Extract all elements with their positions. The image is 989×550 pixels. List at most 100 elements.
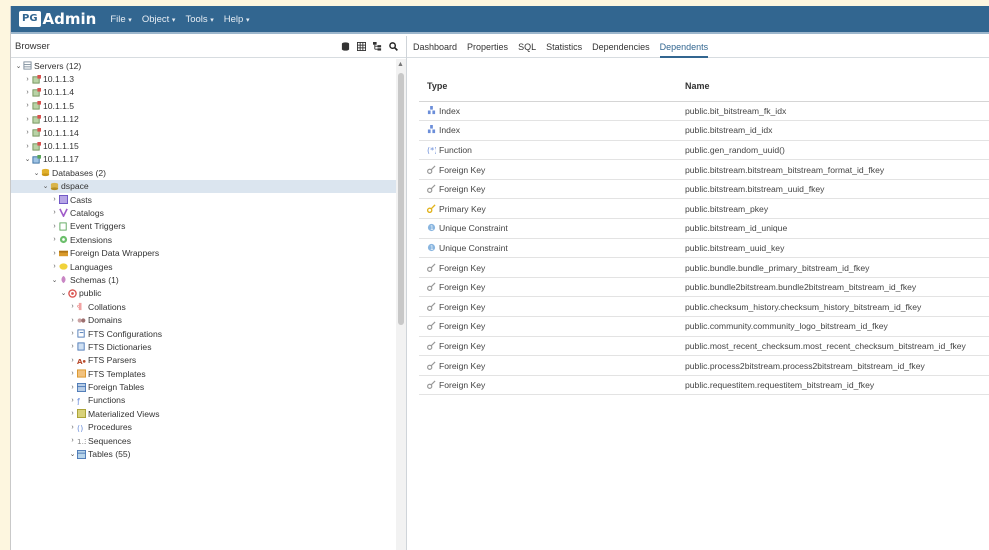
filter-rows-icon[interactable] [372, 42, 382, 52]
chevron-right-icon[interactable]: › [50, 250, 59, 257]
chevron-right-icon[interactable]: › [68, 343, 77, 350]
tree-node[interactable]: ⌄ 10.1.1.17 [11, 153, 396, 166]
view-data-icon[interactable] [356, 42, 366, 52]
tree-node[interactable]: › Foreign Data Wrappers [11, 246, 396, 259]
table-row[interactable]: 1 Unique Constraint public.bitstream_id_un… [419, 218, 989, 239]
tree-node[interactable]: › ᶜ Collations [11, 300, 396, 313]
chevron-down-icon[interactable]: ⌄ [32, 169, 41, 177]
tree-node[interactable]: › 10.1.1.4 [11, 86, 396, 99]
tree-node[interactable]: › FTS Templates [11, 367, 396, 380]
menu-tools[interactable]: Tools ▾ [185, 14, 213, 25]
schema-icon [68, 289, 77, 298]
scroll-up-icon[interactable]: ▲ [397, 61, 404, 68]
tree-node[interactable]: › Extensions [11, 233, 396, 246]
tree-node[interactable]: › Languages [11, 260, 396, 273]
table-row[interactable]: Foreign Key public.checksum_history.check… [419, 296, 989, 318]
chevron-down-icon[interactable]: ⌄ [23, 155, 32, 163]
table-row[interactable]: Foreign Key public.bitstream.bitstream_bi… [419, 159, 989, 180]
content-panel: Dashboard Properties SQL Statistics Dependen… [407, 36, 989, 550]
tree-node[interactable]: › FTS Configurations [11, 327, 396, 340]
tree-node[interactable]: ⌄ Servers (12) [11, 59, 396, 72]
table-row[interactable]: Foreign Key public.community.community_lo… [419, 316, 989, 337]
table-row[interactable]: (*)Functionpublic.gen_random_uuid() [419, 140, 989, 161]
tree-node[interactable]: ⌄ dspace [11, 179, 396, 193]
chevron-down-icon[interactable]: ⌄ [68, 450, 77, 458]
search-icon[interactable] [388, 42, 398, 52]
fts-parsers-icon: A [77, 356, 86, 366]
table-row[interactable]: Index public.bit_bitstream_fk_idx [419, 101, 989, 122]
chevron-right-icon[interactable]: › [68, 424, 77, 431]
table-row[interactable]: Primary Key public.bitstream_pkey [419, 198, 989, 220]
table-row[interactable]: Foreign Key public.bundle2bitstream.bundl… [419, 277, 989, 298]
chevron-right-icon[interactable]: › [50, 209, 59, 216]
tree-node[interactable]: ›1.3Sequences [11, 434, 396, 447]
table-row[interactable]: 1 Unique Constraint public.bitstream_uuid_… [419, 238, 989, 259]
tree-node[interactable]: ⌄ Databases (2) [11, 166, 396, 179]
table-row[interactable]: Foreign Key public.process2bitstream.proc… [419, 355, 989, 376]
tree-node[interactable]: › 10.1.1.5 [11, 99, 396, 112]
scrollbar-thumb[interactable] [398, 73, 404, 325]
chevron-right-icon[interactable]: › [50, 196, 59, 203]
chevron-right-icon[interactable]: › [68, 330, 77, 337]
tree-node[interactable]: › 10.1.1.12 [11, 113, 396, 126]
tree-node[interactable]: › Casts [11, 193, 396, 206]
chevron-right-icon[interactable]: › [68, 384, 77, 391]
tree-node[interactable]: › FTS Dictionaries [11, 340, 396, 353]
tree-node[interactable]: ⌄ Schemas (1) [11, 273, 396, 286]
menu-file[interactable]: File ▾ [110, 14, 131, 25]
chevron-down-icon[interactable]: ⌄ [50, 276, 59, 284]
tab-sql[interactable]: SQL [518, 36, 536, 58]
tree-node[interactable]: › Foreign Tables [11, 380, 396, 393]
chevron-right-icon[interactable]: › [23, 89, 32, 96]
tree-node[interactable]: › 10.1.1.14 [11, 126, 396, 139]
tab-properties[interactable]: Properties [467, 36, 508, 58]
tab-dashboard[interactable]: Dashboard [413, 36, 457, 58]
tree-node[interactable]: ⌄ public [11, 287, 396, 300]
chevron-right-icon[interactable]: › [50, 223, 59, 230]
tree-node[interactable]: › Domains [11, 313, 396, 326]
tree-node[interactable]: › 10.1.1.15 [11, 139, 396, 152]
tree-scrollbar[interactable]: ▲ [396, 59, 406, 550]
chevron-right-icon[interactable]: › [23, 129, 32, 136]
chevron-down-icon[interactable]: ⌄ [41, 182, 50, 190]
tree-node[interactable]: › Event Triggers [11, 220, 396, 233]
tree-node[interactable]: › 10.1.1.3 [11, 72, 396, 85]
table-row[interactable]: Foreign Key public.requestitem.requestite… [419, 375, 989, 396]
query-tool-icon[interactable] [340, 42, 350, 52]
chevron-right-icon[interactable]: › [68, 410, 77, 417]
tree-node[interactable]: › A FTS Parsers [11, 354, 396, 367]
tree-node-label: FTS Configurations [88, 328, 163, 339]
chevron-right-icon[interactable]: › [23, 76, 32, 83]
chevron-down-icon[interactable]: ⌄ [14, 62, 23, 70]
pgadmin-logo[interactable]: PG Admin [19, 10, 96, 28]
tree-node[interactable]: › Catalogs [11, 206, 396, 219]
column-header-type[interactable]: Type [419, 72, 677, 102]
chevron-right-icon[interactable]: › [68, 437, 77, 444]
tab-dependencies[interactable]: Dependencies [592, 36, 650, 58]
tree-node[interactable]: ⌄ Tables (55) [11, 447, 396, 460]
menu-help[interactable]: Help ▾ [224, 14, 250, 25]
tree-node[interactable]: › ƒ Functions [11, 394, 396, 407]
table-row[interactable]: Foreign Key public.most_recent_checksum.m… [419, 336, 989, 357]
chevron-right-icon[interactable]: › [23, 116, 32, 123]
table-row[interactable]: Index public.bitstream_id_idx [419, 120, 989, 141]
chevron-right-icon[interactable]: › [23, 102, 32, 109]
menu-object[interactable]: Object ▾ [142, 14, 176, 25]
chevron-right-icon[interactable]: › [50, 263, 59, 270]
chevron-right-icon[interactable]: › [68, 370, 77, 377]
table-row[interactable]: Foreign Key public.bundle.bundle_primary_… [419, 257, 989, 278]
chevron-right-icon[interactable]: › [68, 397, 77, 404]
object-tree[interactable]: ⌄ Servers (12) › 10.1.1.3 › 10.1.1.4 › 10.1.1.5… [11, 59, 396, 550]
chevron-down-icon[interactable]: ⌄ [59, 289, 68, 297]
chevron-right-icon[interactable]: › [50, 236, 59, 243]
table-row[interactable]: Foreign Key public.bitstream.bitstream_uu… [419, 179, 989, 200]
tree-node[interactable]: ›() Procedures [11, 421, 396, 434]
tab-dependents[interactable]: Dependents [659, 36, 709, 58]
column-header-name[interactable]: Name [677, 72, 989, 102]
tree-node[interactable]: › Materialized Views [11, 407, 396, 420]
chevron-right-icon[interactable]: › [68, 357, 77, 364]
chevron-right-icon[interactable]: › [23, 143, 32, 150]
chevron-right-icon[interactable]: › [68, 317, 77, 324]
chevron-right-icon[interactable]: › [68, 303, 77, 310]
tab-statistics[interactable]: Statistics [546, 36, 582, 58]
